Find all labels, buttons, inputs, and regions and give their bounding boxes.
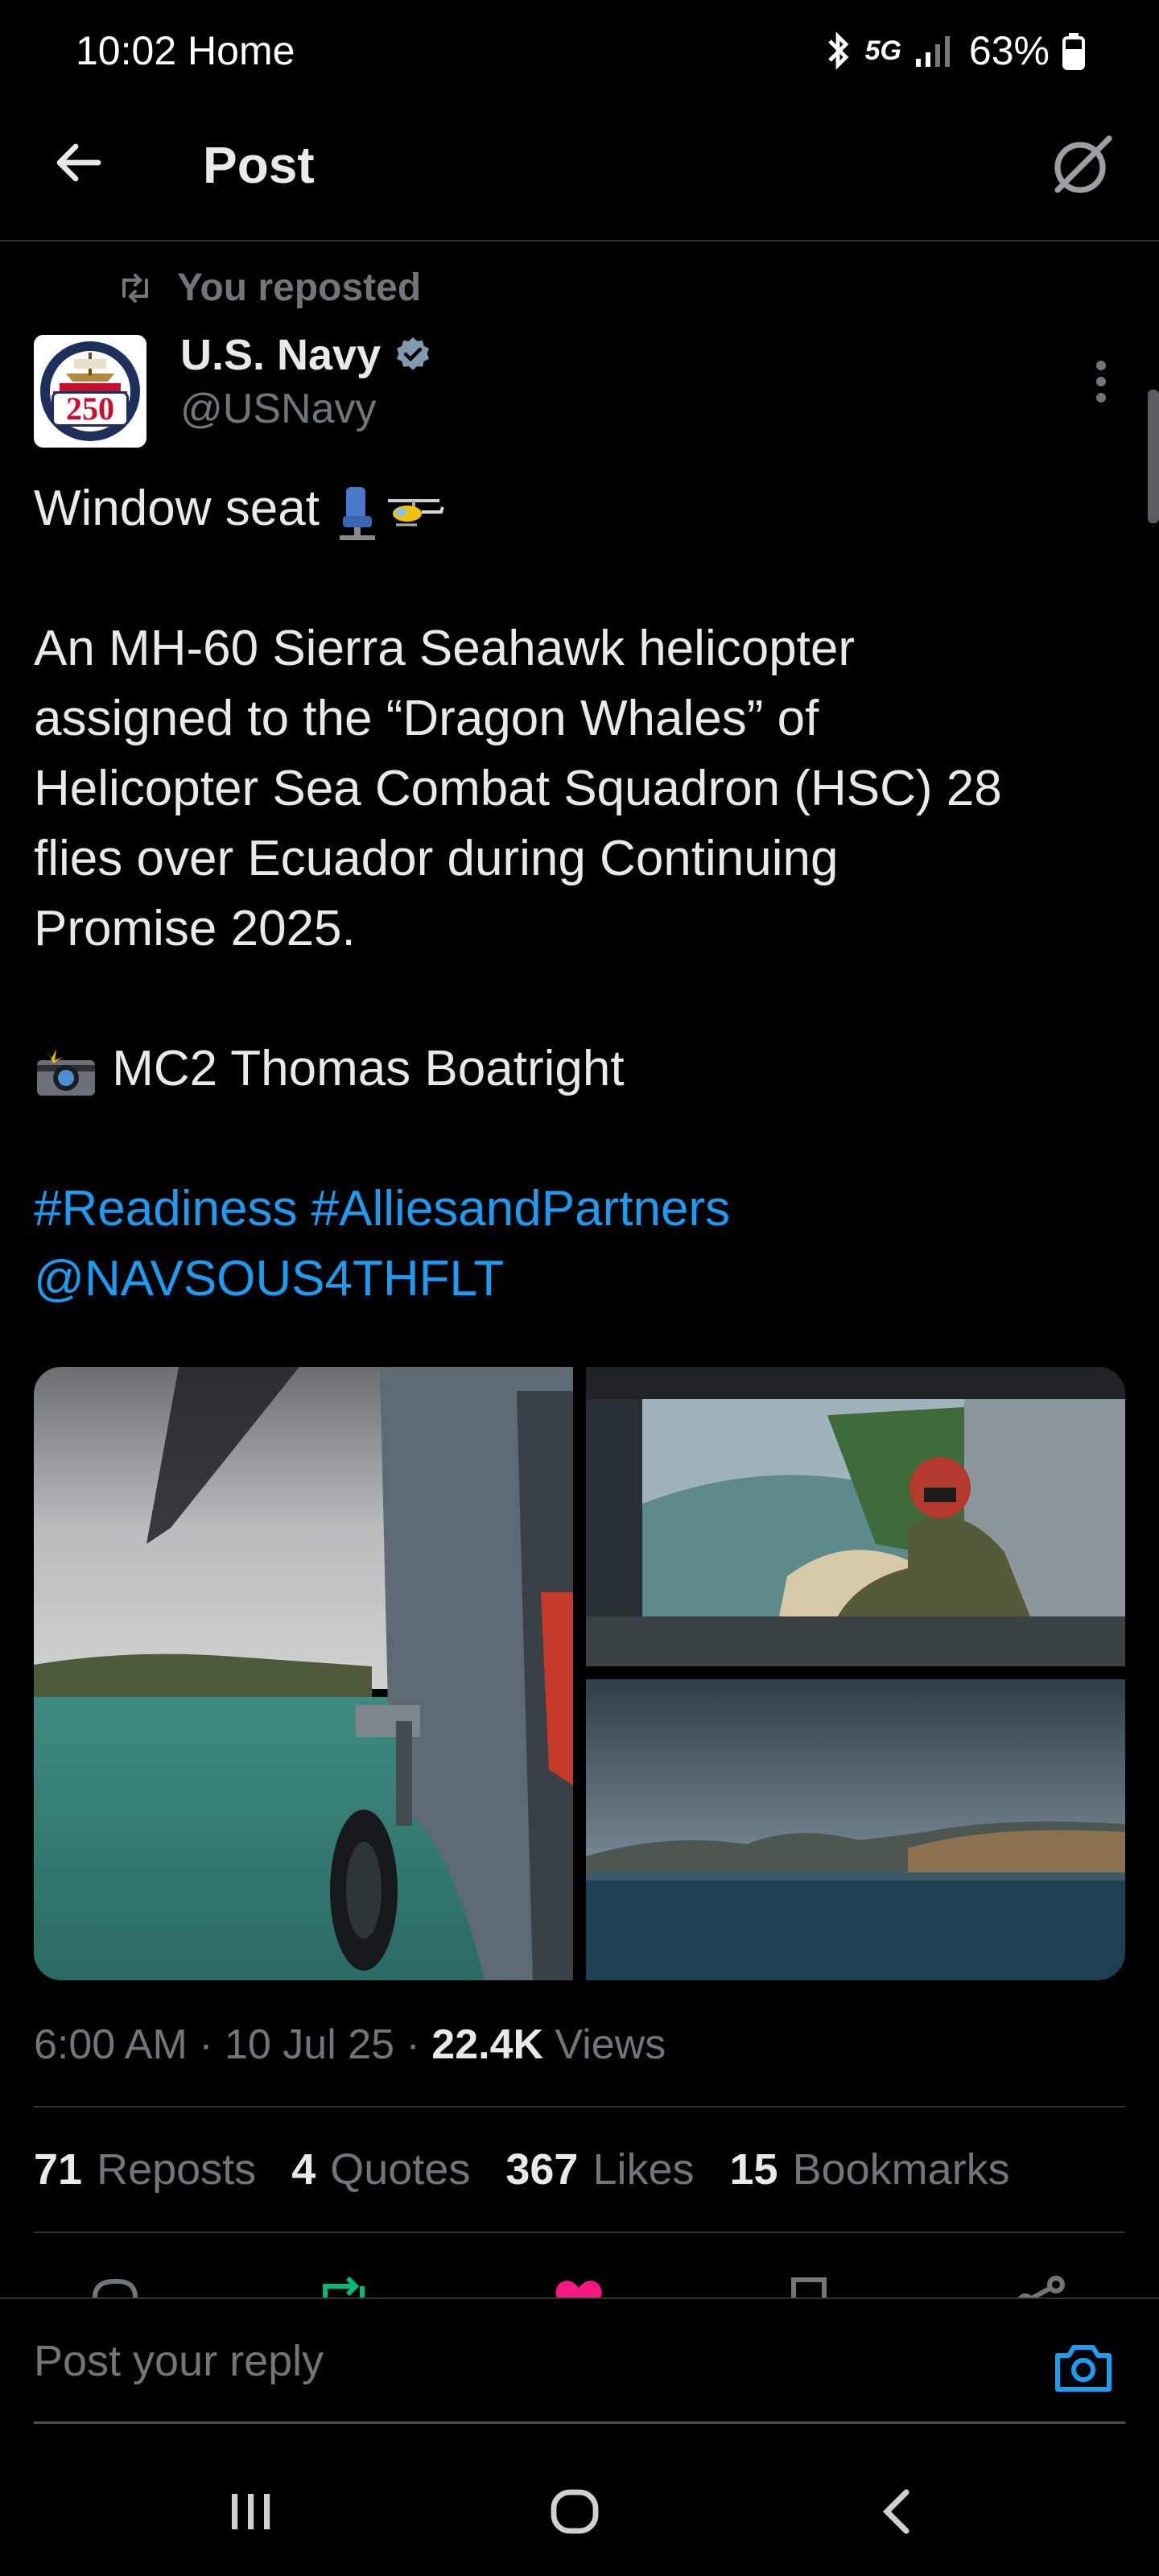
seat-emoji-icon — [340, 486, 376, 540]
status-bar: 10:02 Home 5G 63% — [0, 0, 1159, 105]
verified-badge-icon — [397, 337, 430, 370]
grok-icon[interactable] — [1045, 129, 1117, 201]
stat-quotes[interactable]: 4 Quotes — [291, 2145, 470, 2194]
action-bar — [0, 2273, 1159, 2297]
post-text: Window seat An MH-60 Sierra Seahawk heli… — [34, 473, 1112, 1314]
stat-likes[interactable]: 367 Likes — [505, 2145, 694, 2194]
divider — [34, 2106, 1125, 2107]
system-nav-bar — [0, 2447, 1159, 2576]
repost-indicator: You reposted — [118, 266, 421, 310]
hashtag-readiness[interactable]: #Readiness — [34, 1181, 297, 1236]
post-timestamp: 6:00 AM · 10 Jul 25 · 22.4K Views — [34, 2021, 666, 2068]
media-grid — [34, 1367, 1125, 1980]
avatar-badge-text: 250 — [52, 391, 129, 427]
author-name[interactable]: U.S. Navy — [180, 330, 432, 380]
divider — [34, 2231, 1125, 2233]
reply-bar — [0, 2297, 1159, 2426]
views-label[interactable]: Views — [555, 2021, 666, 2068]
post-paragraph: An MH-60 Sierra Seahawk helicopter assig… — [34, 621, 1016, 956]
repost-label: You reposted — [177, 266, 422, 309]
photo-helicopter-door-view[interactable] — [34, 1367, 573, 1980]
home-icon[interactable] — [542, 2479, 607, 2544]
battery-icon — [1062, 33, 1085, 70]
camera-flash-emoji-icon — [37, 1048, 95, 1096]
repost-icon — [122, 273, 148, 303]
views-count: 22.4K — [431, 2021, 544, 2068]
author-block[interactable]: U.S. Navy @USNavy — [180, 330, 432, 433]
bookmark-icon[interactable] — [781, 2273, 837, 2297]
reply-input[interactable] — [34, 2336, 1000, 2386]
share-icon[interactable] — [1013, 2273, 1069, 2297]
back-arrow-icon[interactable] — [50, 134, 108, 192]
photo-crew-member-window[interactable] — [586, 1367, 1125, 1666]
photo-credit: MC2 Thomas Boatright — [34, 1034, 1112, 1104]
author-handle[interactable]: @USNavy — [180, 385, 432, 433]
battery-percent: 63% — [968, 28, 1050, 73]
signal-icon — [915, 36, 950, 67]
stat-bookmarks[interactable]: 15 Bookmarks — [730, 2145, 1010, 2194]
avatar[interactable]: 250 — [34, 335, 146, 448]
scrollbar[interactable] — [1148, 390, 1159, 523]
status-icons: 5G 63% — [823, 27, 1085, 74]
network-type: 5G — [864, 35, 901, 66]
post-header: Post — [0, 113, 1159, 242]
camera-icon[interactable] — [1053, 2339, 1114, 2396]
system-back-icon[interactable] — [866, 2479, 930, 2544]
more-options-icon[interactable] — [1091, 357, 1111, 406]
helicopter-emoji-icon — [388, 498, 445, 526]
engagement-stats: 71 Reposts 4 Quotes 367 Likes 15 Bookmarks — [34, 2145, 1010, 2194]
photo-coastline-cloudy[interactable] — [586, 1679, 1125, 1980]
repost-action-icon[interactable] — [316, 2273, 372, 2297]
stat-reposts[interactable]: 71 Reposts — [34, 2145, 256, 2194]
page-title: Post — [203, 136, 315, 194]
hashtag-allies-and-partners[interactable]: #AlliesandPartners — [311, 1181, 730, 1236]
reply-underline — [34, 2421, 1125, 2424]
mention-navsous4thflt[interactable]: @NAVSOUS4THFLT — [34, 1251, 504, 1307]
status-time: 10:02 Home — [76, 28, 295, 73]
recent-apps-icon[interactable] — [219, 2479, 283, 2544]
reply-icon[interactable] — [87, 2273, 143, 2297]
post-line-1: Window seat — [34, 473, 1112, 543]
like-icon[interactable] — [551, 2273, 607, 2297]
post-tags: #Readiness #AlliesandPartners — [34, 1174, 1112, 1244]
bluetooth-icon — [827, 31, 848, 70]
